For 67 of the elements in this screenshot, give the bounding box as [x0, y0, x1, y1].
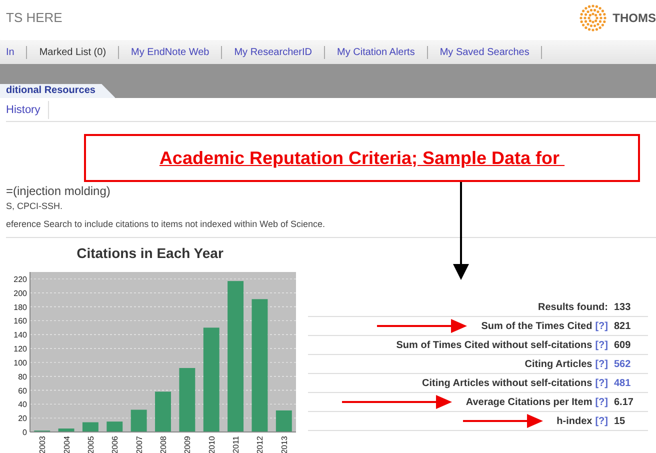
nav-link[interactable]: My Saved Searches: [440, 44, 530, 60]
nav-link[interactable]: My EndNote Web: [131, 44, 210, 60]
stat-label: h-index: [556, 414, 592, 428]
arrow-icon: [342, 395, 452, 409]
y-tick-label: 80: [18, 372, 27, 382]
y-tick-label: 100: [14, 358, 27, 368]
y-tick-label: 220: [14, 274, 27, 284]
nav-link[interactable]: My ResearcherID: [234, 44, 312, 60]
x-tick-label: 2004: [62, 436, 72, 453]
y-tick-label: 60: [18, 386, 27, 396]
y-tick-label: 20: [18, 414, 27, 424]
y-tick-label: 160: [14, 316, 27, 326]
stat-value: 133: [614, 300, 632, 314]
stat-value[interactable]: 562: [614, 356, 638, 372]
page-heading: TS HERE: [6, 9, 62, 28]
chart-title: Citations in Each Year: [76, 246, 224, 260]
help-link[interactable]: [?]: [595, 414, 608, 428]
stat-label: Sum of Times Cited without self-citations: [396, 338, 592, 352]
nav-link[interactable]: Marked List (0): [39, 44, 106, 60]
x-tick-label: 2008: [159, 436, 168, 453]
logo-icon: [578, 4, 607, 32]
callout-title: Academic Reputation Criteria; Sample Data for: [159, 146, 561, 170]
help-link[interactable]: [?]: [595, 356, 608, 372]
stat-value: 15: [614, 414, 626, 428]
x-tick-label: 2007: [134, 436, 144, 453]
y-tick-label: 180: [14, 302, 27, 312]
x-tick-label: 2009: [183, 436, 192, 453]
x-tick-label: 2013: [280, 436, 289, 453]
x-tick-label: 2012: [256, 436, 265, 453]
y-tick-label: 120: [14, 344, 27, 354]
stat-label: Citing Articles without self-citations: [422, 376, 592, 390]
x-tick-label: 2005: [86, 436, 96, 453]
y-tick-label: 200: [14, 288, 27, 298]
arrow-icon: [377, 319, 468, 333]
nav-link[interactable]: In: [6, 44, 14, 60]
x-tick-label: 2006: [110, 436, 120, 453]
stat-label: Average Citations per Item: [466, 396, 592, 410]
help-link[interactable]: [?]: [595, 376, 608, 390]
stat-label: Sum of the Times Cited: [481, 320, 592, 334]
stat-value: 821: [614, 320, 632, 334]
bar: [155, 392, 171, 432]
stat-value[interactable]: 481: [614, 376, 638, 390]
stat-value: 609: [614, 338, 632, 352]
x-tick-label: 2011: [232, 436, 241, 453]
query-text: =(injection molding): [6, 184, 112, 198]
bar: [106, 422, 123, 432]
y-tick-label: 140: [14, 330, 27, 340]
help-link[interactable]: [?]: [595, 318, 608, 334]
y-tick-label: 0: [22, 428, 27, 437]
search-note: eference Search to include citations to items not indexed within Web of Science.: [6, 218, 326, 230]
bar: [179, 368, 196, 432]
tab[interactable]: ditional Resources: [0, 84, 116, 98]
database-text: S, CPCI-SSH.: [6, 200, 64, 213]
stat-label: Results found:: [538, 300, 608, 314]
help-link[interactable]: [?]: [595, 338, 608, 352]
x-tick-label: 2010: [207, 436, 216, 453]
brand-name: THOMS: [612, 10, 656, 27]
nav-link[interactable]: My Citation Alerts: [337, 44, 415, 60]
arrow-icon: [462, 414, 543, 428]
stat-value: 6.17: [614, 396, 634, 410]
down-arrow-icon: [453, 182, 469, 280]
stat-label: Citing Articles: [524, 358, 592, 372]
bar: [58, 428, 74, 432]
help-link[interactable]: [?]: [595, 394, 608, 410]
history-link[interactable]: History: [6, 100, 50, 118]
x-tick-label: 2003: [38, 436, 48, 453]
y-tick-label: 40: [18, 400, 27, 410]
